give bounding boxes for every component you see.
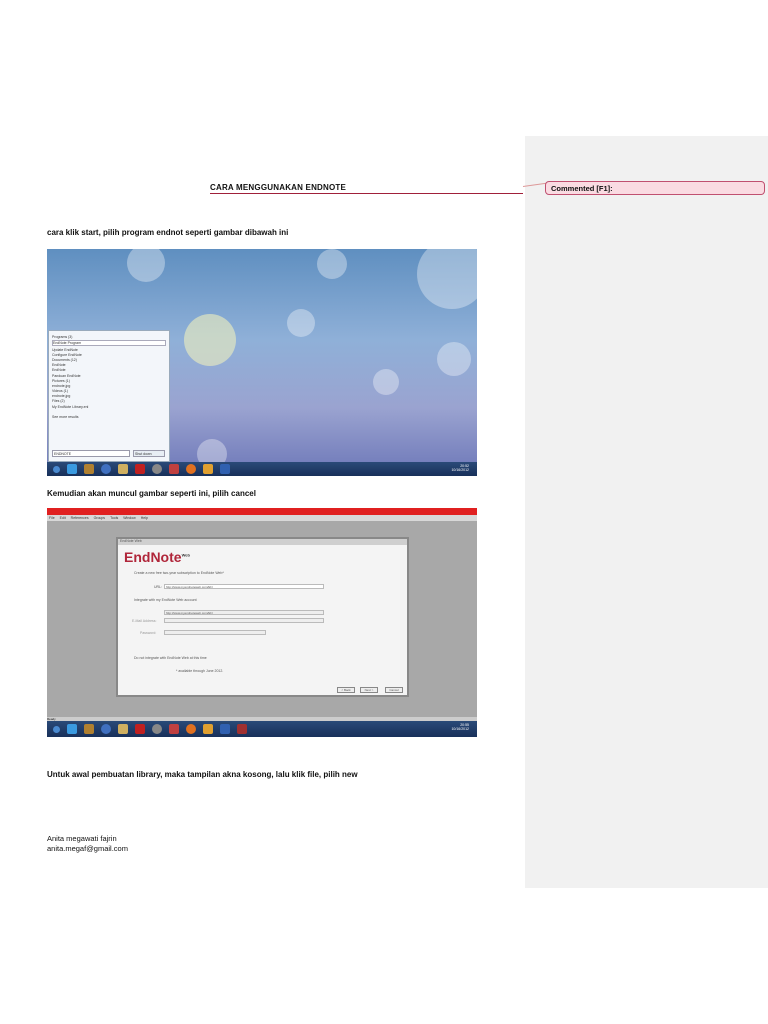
author-name: Anita megawati fajrin — [47, 834, 117, 843]
window-titlebar — [47, 508, 477, 515]
comment-pane — [525, 136, 768, 888]
start-menu-item[interactable]: My EndNote Library.enl — [52, 405, 166, 409]
app-icon[interactable] — [169, 724, 179, 734]
menu-tools[interactable]: Tools — [110, 516, 118, 520]
media-player-icon[interactable] — [101, 464, 111, 474]
start-menu-item[interactable]: EndNote — [52, 363, 166, 367]
app-icon[interactable] — [169, 464, 179, 474]
menu-window[interactable]: Window — [123, 516, 135, 520]
start-menu-item[interactable]: EndNote Program — [52, 340, 166, 347]
word-icon[interactable] — [220, 724, 230, 734]
email-label: E-Mail Address: — [132, 619, 157, 623]
screenshot-start-menu: Programs (3) EndNote Program Update EndN… — [47, 249, 477, 476]
paragraph-3: Untuk awal pembuatan library, maka tampi… — [47, 770, 358, 779]
home-icon[interactable] — [67, 464, 77, 474]
home-icon[interactable] — [67, 724, 77, 734]
app-icon[interactable] — [118, 724, 128, 734]
email-input[interactable] — [164, 618, 324, 623]
option-skip-radio[interactable]: Do not integrate with EndNote Web at thi… — [134, 656, 207, 660]
start-menu-item[interactable]: endnote.jpg — [52, 394, 166, 398]
app-icon[interactable] — [118, 464, 128, 474]
pdf-icon[interactable] — [135, 464, 145, 474]
start-menu-item[interactable]: Update EndNote — [52, 348, 166, 352]
start-orb-icon[interactable] — [53, 465, 60, 473]
start-menu-item: Videos (1) — [52, 389, 68, 394]
chrome-icon[interactable] — [152, 724, 162, 734]
start-menu-item[interactable]: endnote.jpg — [52, 384, 166, 388]
comment-balloon[interactable]: Commented [F1]: — [545, 181, 765, 195]
clock-date: 10/16/2012 — [451, 727, 469, 731]
next-button[interactable]: Next > — [360, 687, 378, 693]
availability-note: * available through June 2012. — [176, 669, 224, 673]
clock: 20:55 10/16/2012 — [451, 723, 469, 731]
endnote-icon[interactable] — [237, 724, 247, 734]
app-icon[interactable] — [84, 724, 94, 734]
start-search-input[interactable]: ENDNOTE — [52, 449, 130, 457]
logo-sup: Web — [181, 552, 190, 558]
url-input[interactable]: http://www.myendnoteweb.com/EN — [164, 584, 324, 589]
start-menu-item: Programs (3) — [52, 335, 73, 340]
word-icon[interactable] — [220, 464, 230, 474]
author-email: anita.megaf@gmail.com — [47, 844, 128, 853]
chrome-icon[interactable] — [152, 464, 162, 474]
screenshot-endnote-dialog: File Edit References Groups Tools Window… — [47, 508, 477, 737]
endnote-web-dialog: EndNote Web EndNoteWeb Create a new free… — [116, 537, 409, 697]
firefox-icon[interactable] — [186, 724, 196, 734]
start-menu: Programs (3) EndNote Program Update EndN… — [48, 330, 170, 462]
start-menu-item[interactable]: Configure EndNote — [52, 353, 166, 357]
endnote-web-logo: EndNoteWeb — [124, 549, 190, 565]
shutdown-button[interactable]: Shut down — [133, 449, 165, 457]
dialog-title: EndNote Web — [118, 539, 407, 545]
app-icon[interactable] — [84, 464, 94, 474]
cancel-button[interactable]: Cancel — [385, 687, 403, 693]
menu-help[interactable]: Help — [141, 516, 148, 520]
back-button[interactable]: < Back — [337, 687, 355, 693]
comment-anchor-underline — [210, 193, 523, 194]
taskbar: 20:52 10/16/2012 — [47, 462, 477, 476]
taskbar: 20:55 10/16/2012 — [47, 721, 477, 737]
firefox-icon[interactable] — [186, 464, 196, 474]
see-more-results[interactable]: See more results — [52, 415, 166, 419]
logo-text: EndNote — [124, 549, 182, 565]
url2-input[interactable]: http://www.myendnoteweb.com/EN — [164, 610, 324, 615]
document-title: CARA MENGGUNAKAN ENDNOTE — [210, 183, 347, 192]
menu-edit[interactable]: Edit — [60, 516, 66, 520]
start-orb-icon[interactable] — [53, 725, 60, 733]
pdf-icon[interactable] — [135, 724, 145, 734]
app-icon[interactable] — [203, 464, 213, 474]
url-label: URL: — [154, 585, 162, 589]
media-player-icon[interactable] — [101, 724, 111, 734]
paragraph-2: Kemudian akan muncul gambar seperti ini,… — [47, 489, 256, 498]
option-integrate-radio[interactable]: Integrate with my EndNote Web account — [134, 598, 197, 602]
start-menu-item: Files (2) — [52, 399, 65, 404]
menu-bar: File Edit References Groups Tools Window… — [47, 515, 477, 521]
clock-date: 10/16/2012 — [451, 468, 469, 472]
menu-groups[interactable]: Groups — [94, 516, 105, 520]
app-icon[interactable] — [203, 724, 213, 734]
start-menu-item[interactable]: EndNote — [52, 368, 166, 372]
menu-file[interactable]: File — [49, 516, 55, 520]
start-menu-item: Documents (12) — [52, 357, 77, 362]
clock: 20:52 10/16/2012 — [451, 464, 469, 472]
option-create-radio[interactable]: Create a new free two-year subscription … — [134, 571, 224, 575]
start-menu-item[interactable]: Panduan EndNote — [52, 374, 166, 378]
paragraph-1: cara klik start, pilih program endnot se… — [47, 228, 289, 237]
start-menu-item: Pictures (1) — [52, 378, 70, 383]
password-input[interactable] — [164, 630, 266, 635]
password-label: Password: — [140, 631, 157, 635]
menu-references[interactable]: References — [71, 516, 89, 520]
